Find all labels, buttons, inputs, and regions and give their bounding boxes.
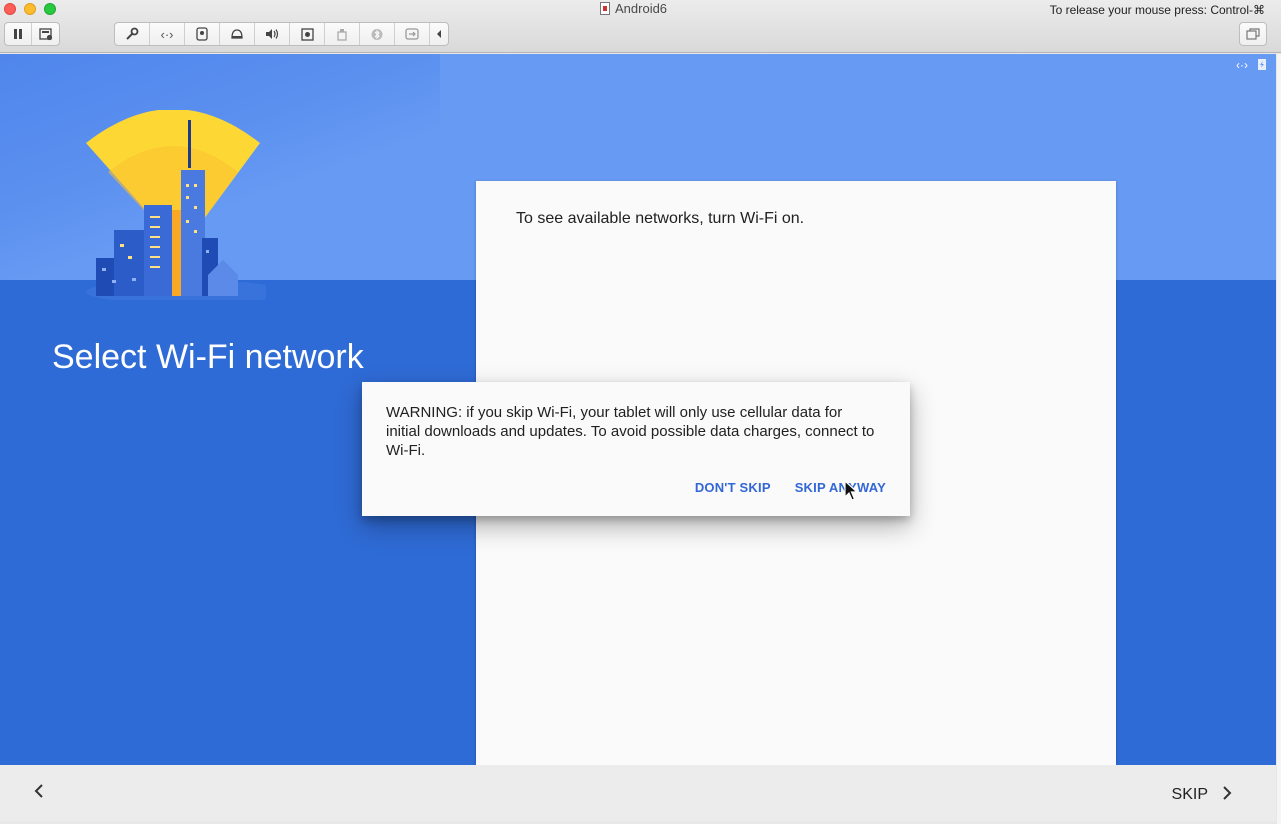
back-chevron-icon[interactable] <box>33 782 45 805</box>
skip-label: SKIP <box>1171 785 1208 803</box>
collapse-icon[interactable] <box>430 23 448 45</box>
camera-icon[interactable] <box>220 23 255 45</box>
background-window-edge <box>1277 54 1281 824</box>
wifi-city-illustration <box>86 110 266 300</box>
window-title: Android6 <box>600 1 667 16</box>
hard-disk-icon[interactable] <box>185 23 220 45</box>
close-window-button[interactable] <box>4 3 16 15</box>
device-toolbar: ‹·› <box>114 22 449 46</box>
vm-control-group <box>4 22 60 46</box>
window-mode-icon[interactable] <box>1240 23 1266 45</box>
minimize-window-button[interactable] <box>24 3 36 15</box>
page-title: Select Wi-Fi network <box>52 338 364 376</box>
network-icon[interactable]: ‹·› <box>150 23 185 45</box>
sharing-icon[interactable] <box>395 23 430 45</box>
dialog-message: WARNING: if you skip Wi-Fi, your tablet … <box>386 404 875 459</box>
sound-icon[interactable] <box>255 23 290 45</box>
view-mode-group <box>1239 22 1267 46</box>
video-icon[interactable] <box>290 23 325 45</box>
window-titlebar: Android6 To release your mouse press: Co… <box>0 0 1281 53</box>
wrench-icon[interactable] <box>115 23 150 45</box>
release-mouse-hint: To release your mouse press: Control-⌘ <box>1049 3 1265 17</box>
chevron-right-icon <box>1222 784 1232 805</box>
usb-icon[interactable] <box>325 23 360 45</box>
wifi-off-message: To see available networks, turn Wi-Fi on… <box>516 210 805 227</box>
maximize-window-button[interactable] <box>44 3 56 15</box>
code-icon: ‹·› <box>1236 58 1248 72</box>
bluetooth-icon[interactable] <box>360 23 395 45</box>
android-screen[interactable]: ‹·› Select Wi-Fi network To see availabl… <box>0 54 1276 765</box>
skip-button[interactable]: SKIP <box>1172 784 1232 805</box>
snapshot-icon[interactable] <box>32 23 59 45</box>
skip-wifi-dialog: WARNING: if you skip Wi-Fi, your tablet … <box>362 382 910 516</box>
skip-anyway-button[interactable]: SKIP ANYWAY <box>795 480 886 495</box>
status-icons: ‹·› <box>1236 58 1266 73</box>
battery-icon <box>1258 58 1266 73</box>
mouse-cursor-icon <box>844 480 858 501</box>
pause-icon[interactable] <box>5 23 32 45</box>
vm-document-icon <box>600 2 610 15</box>
setup-nav-bar: SKIP <box>0 765 1276 821</box>
dont-skip-button[interactable]: DON'T SKIP <box>695 480 771 495</box>
window-title-text: Android6 <box>615 1 668 16</box>
